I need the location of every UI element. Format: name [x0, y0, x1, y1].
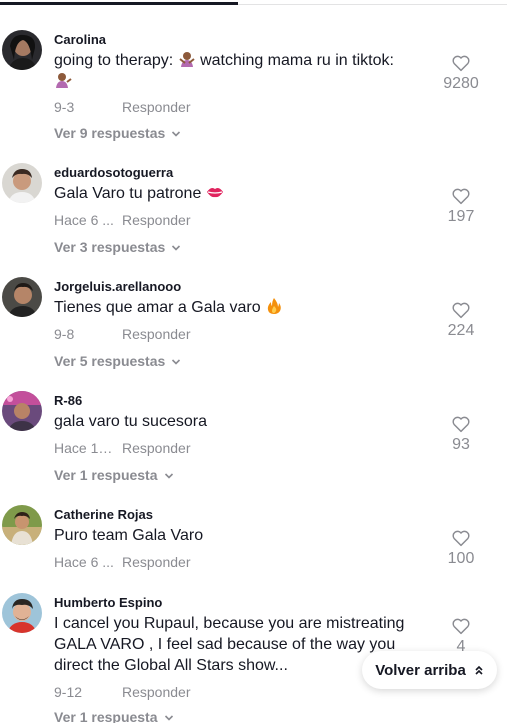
heart-icon [452, 302, 470, 319]
comment-date: 9-12 [54, 684, 83, 700]
reply-button[interactable]: Responder [122, 684, 191, 700]
like-count: 197 [447, 208, 475, 225]
comment-username[interactable]: Catherine Rojas [54, 507, 153, 522]
comment-item: R-86 gala varo tu sucesora Hace 1 s... Re… [0, 391, 507, 491]
view-replies-label: Ver 5 respuestas [54, 353, 166, 369]
like-button[interactable]: 9280 [430, 52, 492, 93]
comment-username[interactable]: Jorgeluis.arellanooo [54, 279, 181, 294]
heart-icon [452, 55, 470, 72]
like-count: 224 [447, 322, 475, 339]
like-button[interactable]: 224 [430, 299, 492, 340]
like-button[interactable]: 100 [430, 527, 492, 568]
comment-date: Hace 6 ... [54, 212, 114, 228]
view-replies-label: Ver 1 respuesta [54, 467, 158, 483]
reply-button[interactable]: Responder [122, 99, 191, 115]
comment-meta: 9-8 Responder [54, 326, 191, 342]
like-button[interactable]: 93 [430, 413, 492, 454]
like-count: 9280 [443, 75, 479, 92]
chevron-down-icon [172, 245, 181, 251]
comment-text: gala varo tu sucesora [54, 411, 424, 432]
avatar[interactable] [2, 163, 42, 203]
view-replies-button[interactable]: Ver 1 respuesta [54, 467, 174, 483]
chevron-down-icon [164, 473, 173, 479]
comment-meta: 9-12 Responder [54, 684, 191, 700]
lips-emoji-icon [206, 183, 224, 201]
comment-date: 9-3 [54, 99, 75, 115]
view-replies-button[interactable]: Ver 5 respuestas [54, 353, 181, 369]
comment-username[interactable]: R-86 [54, 393, 82, 408]
view-replies-label: Ver 1 respuesta [54, 709, 158, 723]
comment-text-part: watching mama ru in tiktok: [195, 52, 394, 69]
comment-username[interactable]: Carolina [54, 32, 106, 47]
double-chevron-up-icon [475, 665, 483, 675]
reply-button[interactable]: Responder [122, 554, 191, 570]
comments-panel: Carolina going to therapy: watching mama… [0, 0, 507, 723]
comment-text-part: going to therapy: [54, 52, 178, 69]
comment-meta: Hace 6 ... Responder [54, 554, 191, 570]
comment-text-part: I cancel you Rupaul, because you are mis… [54, 615, 405, 674]
avatar-image [2, 593, 42, 633]
comment-date: Hace 6 ... [54, 554, 114, 570]
comment-date: 9-8 [54, 326, 75, 342]
back-to-top-button[interactable]: Volver arriba [362, 651, 497, 689]
heart-icon [452, 416, 470, 433]
comment-item: Catherine Rojas Puro team Gala Varo Hace… [0, 505, 507, 575]
comment-item: eduardosotoguerra Gala Varo tu patrone H… [0, 163, 507, 263]
comment-text: Tienes que amar a Gala varo [54, 297, 424, 318]
chevron-down-icon [172, 131, 181, 137]
reply-button[interactable]: Responder [122, 212, 191, 228]
comment-username[interactable]: eduardosotoguerra [54, 165, 173, 180]
comment-text-part: Gala Varo tu patrone [54, 185, 206, 202]
comment-meta: Hace 1 s... Responder [54, 440, 191, 456]
tab-bar [0, 0, 507, 6]
avatar-image [2, 505, 42, 545]
comment-item: Jorgeluis.arellanooo Tienes que amar a G… [0, 277, 507, 377]
avatar[interactable] [2, 593, 42, 633]
avatar[interactable] [2, 277, 42, 317]
avatar[interactable] [2, 391, 42, 431]
comment-text: Puro team Gala Varo [54, 525, 424, 546]
reply-button[interactable]: Responder [122, 326, 191, 342]
avatar[interactable] [2, 30, 42, 70]
comment-text-part: Tienes que amar a Gala varo [54, 299, 266, 316]
avatar-image [2, 163, 42, 203]
comment-meta: Hace 6 ... Responder [54, 212, 191, 228]
back-to-top-label: Volver arriba [375, 661, 466, 679]
view-replies-button[interactable]: Ver 9 respuestas [54, 125, 181, 141]
comment-meta: 9-3 Responder [54, 99, 191, 115]
heart-icon [452, 530, 470, 547]
comment-text: Gala Varo tu patrone [54, 183, 424, 204]
avatar-image [2, 277, 42, 317]
like-button[interactable]: 4 [430, 615, 492, 656]
view-replies-label: Ver 9 respuestas [54, 125, 166, 141]
chevron-down-icon [172, 359, 181, 365]
view-replies-label: Ver 3 respuestas [54, 239, 166, 255]
comment-username[interactable]: Humberto Espino [54, 595, 162, 610]
avatar-image [2, 30, 42, 70]
avatar[interactable] [2, 505, 42, 545]
chevron-down-icon [164, 715, 173, 721]
person-tipping-hand-emoji-icon [54, 71, 72, 89]
comment-item: Carolina going to therapy: watching mama… [0, 30, 507, 145]
avatar-image [2, 391, 42, 431]
active-tab-indicator [0, 2, 238, 5]
like-count: 93 [452, 436, 470, 453]
comment-text-part: Puro team Gala Varo [54, 527, 204, 544]
person-gesturing-no-emoji-icon [178, 50, 196, 68]
like-count: 100 [447, 550, 475, 567]
view-replies-button[interactable]: Ver 1 respuesta [54, 709, 174, 723]
reply-button[interactable]: Responder [122, 440, 191, 456]
heart-icon [452, 618, 470, 635]
view-replies-button[interactable]: Ver 3 respuestas [54, 239, 181, 255]
heart-icon [452, 188, 470, 205]
fire-emoji-icon [265, 297, 283, 315]
like-button[interactable]: 197 [430, 185, 492, 226]
comment-text-part: gala varo tu sucesora [54, 413, 207, 430]
comment-text: going to therapy: watching mama ru in ti… [54, 50, 424, 92]
comment-date: Hace 1 s... [54, 440, 114, 456]
